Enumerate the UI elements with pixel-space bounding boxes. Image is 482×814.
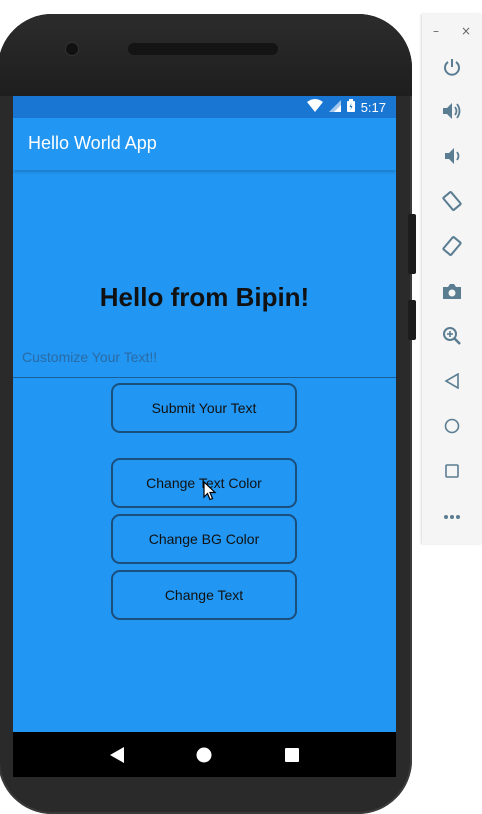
volume-hardware-button [408,214,416,274]
headline-text: Hello from Bipin! [99,282,310,312]
change-text-button[interactable]: Change Text [111,570,297,620]
change-bg-color-label: Change BG Color [148,531,260,547]
customize-text-input[interactable] [13,336,396,378]
status-bar: 5:17 [13,96,396,118]
back-icon[interactable] [441,370,463,392]
battery-icon [346,99,355,116]
change-text-label: Change Text [164,587,244,603]
more-icon[interactable] [441,506,463,528]
submit-text-button[interactable]: Submit Your Text [111,383,297,433]
overview-icon[interactable] [441,460,463,482]
back-nav-button[interactable] [107,745,127,765]
home-icon[interactable] [441,415,463,437]
phone-top-bezel [0,14,412,96]
zoom-icon[interactable] [441,325,463,347]
app-bar: Hello World App [13,118,396,170]
signal-icon [328,99,341,116]
power-icon[interactable] [441,56,463,78]
front-camera [66,43,78,55]
camera-icon[interactable] [441,280,463,302]
speaker-grille [128,43,278,55]
home-nav-button[interactable] [194,745,214,765]
system-navigation-bar [13,732,396,777]
change-bg-color-button[interactable]: Change BG Color [111,514,297,564]
rotate-right-icon[interactable] [441,235,463,257]
device-screen: 5:17 Hello World App Hello from Bipin! S… [13,96,396,777]
volume-up-icon[interactable] [441,100,463,122]
emulator-toolbar: – × [422,14,482,544]
submit-text-label: Submit Your Text [151,400,257,416]
minimize-button[interactable]: – [433,24,439,38]
close-button[interactable]: × [461,24,471,38]
app-title: Hello World App [28,133,157,153]
rotate-left-icon[interactable] [441,190,463,212]
wifi-icon [306,99,323,116]
status-time: 5:17 [360,100,386,115]
overview-nav-button[interactable] [282,745,302,765]
volume-down-icon[interactable] [441,145,463,167]
mouse-cursor-icon [203,480,217,501]
power-hardware-button [408,300,416,340]
